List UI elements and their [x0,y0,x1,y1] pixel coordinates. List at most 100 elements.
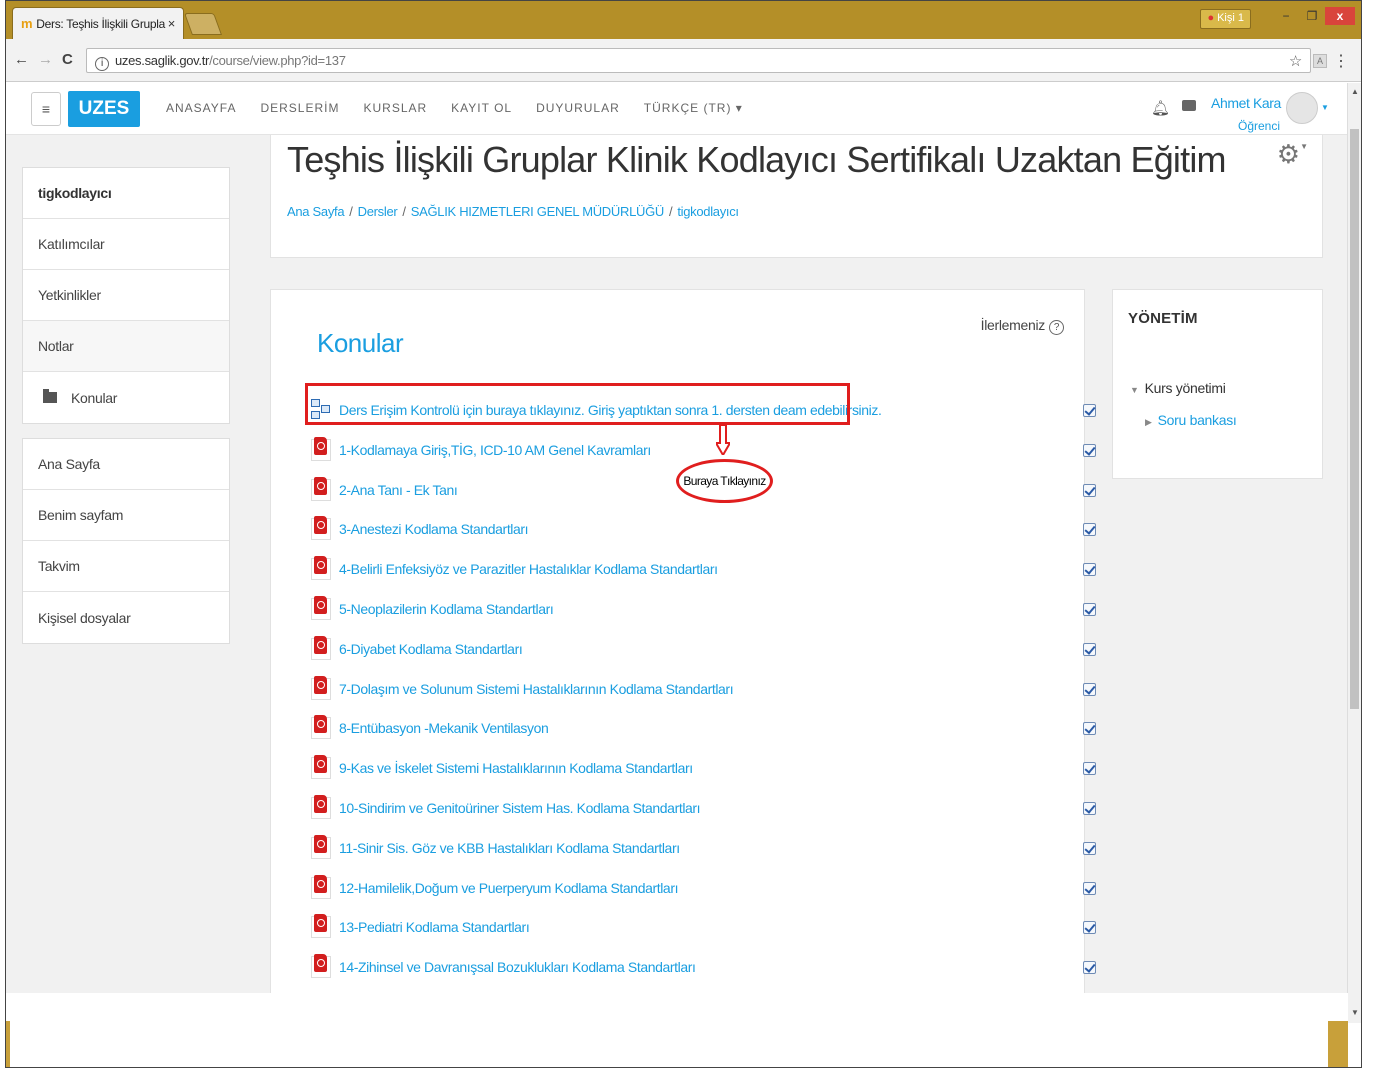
nav-link-kayit-ol[interactable]: KAYIT OL [451,101,512,115]
activity-link[interactable]: 10-Sindirim ve Genitoüriner Sistem Has. … [339,800,701,816]
pdf-resource-activity[interactable]: 14-Zihinsel ve Davranışsal Bozuklukları … [311,947,1096,987]
bell-icon[interactable]: 🔔︎ [1151,99,1170,117]
pdf-resource-activity[interactable]: 5-Neoplazilerin Kodlama Standartları [311,589,1096,629]
pdf-resource-activity[interactable]: 4-Belirli Enfeksiyöz ve Parazitler Hasta… [311,549,1096,589]
activity-link[interactable]: 5-Neoplazilerin Kodlama Standartları [339,601,554,617]
tab-close-icon[interactable]: × [168,16,176,31]
activity-link[interactable]: 6-Diyabet Kodlama Standartları [339,641,523,657]
sidebar-item-competencies[interactable]: Yetkinlikler [23,270,229,321]
completion-checkbox[interactable] [1083,483,1096,497]
pdf-icon [311,755,331,780]
sidebar-item-calendar[interactable]: Takvim [23,541,229,592]
bookmark-star-icon[interactable]: ☆ [1289,52,1302,70]
address-bar[interactable]: i uzes.saglik.gov.tr/course/view.php?id=1… [86,48,1311,73]
extension-icon[interactable]: A [1313,54,1327,68]
site-info-icon[interactable]: i [95,57,109,71]
activity-link[interactable]: 8-Entübasyon -Mekanik Ventilasyon [339,720,549,736]
activity-link[interactable]: 2-Ana Tanı - Ek Tanı [339,482,458,498]
pdf-resource-activity[interactable]: 13-Pediatri Kodlama Standartları [311,907,1096,947]
sidebar-item-topics[interactable]: Konular [23,372,229,423]
activity-link[interactable]: 1-Kodlamaya Giriş,TİG, ICD-10 AM Genel K… [339,442,651,458]
gear-icon[interactable]: ⚙▼ [1277,139,1308,170]
pdf-resource-activity[interactable]: 6-Diyabet Kodlama Standartları [311,629,1096,669]
completion-checkbox[interactable] [1083,603,1096,616]
browser-tab[interactable]: m Ders: Teşhis İlişkili Grupla × [12,7,184,39]
pdf-icon [311,675,331,700]
pdf-resource-activity[interactable]: 10-Sindirim ve Genitoüriner Sistem Has. … [311,788,1096,828]
new-tab-button[interactable] [183,13,223,35]
pdf-resource-activity[interactable]: 3-Anestezi Kodlama Standartları [311,509,1096,549]
completion-checkbox[interactable] [1083,762,1096,776]
completion-checkbox[interactable] [1083,563,1096,577]
breadcrumb-course[interactable]: tigkodlayıcı [677,204,739,219]
annotation-highlight-box [305,383,850,425]
maximize-button[interactable]: ❐ [1299,7,1325,25]
expanded-triangle-icon: ▼ [1130,385,1139,395]
section-title[interactable]: Konular [317,328,404,359]
completion-checkbox[interactable] [1083,523,1096,537]
language-menu[interactable]: TÜRKÇE (TR) ▾ [644,101,743,115]
reload-icon[interactable]: C [62,51,73,68]
block-title: YÖNETİM [1128,310,1198,327]
vertical-scrollbar[interactable]: ▲ ▼ [1347,83,1361,1023]
sidebar-item-dashboard[interactable]: Benim sayfam [23,490,229,541]
breadcrumb-category[interactable]: SAĞLIK HIZMETLERI GENEL MÜDÜRLÜĞÜ [411,204,665,219]
minimize-button[interactable]: − [1273,7,1299,25]
user-name[interactable]: Ahmet Kara [1211,95,1281,111]
activity-link[interactable]: 9-Kas ve İskelet Sistemi Hastalıklarının… [339,760,693,776]
question-bank-node[interactable]: ▶ Soru bankası [1145,412,1237,428]
pdf-icon [311,516,331,541]
nav-link-kurslar[interactable]: KURSLAR [363,101,427,115]
scrollbar-thumb[interactable] [1350,129,1359,709]
help-icon[interactable]: ? [1049,320,1064,335]
completion-checkbox[interactable] [1083,921,1096,935]
close-window-button[interactable]: x [1325,7,1355,25]
sidebar-item-course[interactable]: tigkodlayıcı [23,168,229,219]
drawer-toggle-button[interactable]: ≡ [31,92,61,126]
scroll-up-icon[interactable]: ▲ [1351,87,1359,96]
user-menu-caret-icon[interactable]: ▼ [1321,103,1329,112]
activity-link[interactable]: 12-Hamilelik,Doğum ve Puerperyum Kodlama… [339,880,678,896]
sidebar-item-private-files[interactable]: Kişisel dosyalar [23,592,229,643]
activity-link[interactable]: 11-Sinir Sis. Göz ve KBB Hastalıkları Ko… [339,840,680,856]
sidebar-item-participants[interactable]: Katılımcılar [23,219,229,270]
activity-link[interactable]: 3-Anestezi Kodlama Standartları [339,521,529,537]
completion-checkbox[interactable] [1083,881,1096,895]
profile-button[interactable]: ● Kişi 1 [1200,9,1251,29]
pdf-resource-activity[interactable]: 9-Kas ve İskelet Sistemi Hastalıklarının… [311,748,1096,788]
completion-checkbox[interactable] [1083,682,1096,696]
site-logo[interactable]: UZES [68,91,140,127]
browser-menu-icon[interactable]: ⋮ [1333,51,1349,71]
scroll-down-icon[interactable]: ▼ [1351,1008,1359,1017]
nav-link-anasayfa[interactable]: ANASAYFA [166,101,236,115]
nav-link-duyurular[interactable]: DUYURULAR [536,101,620,115]
browser-window: m Ders: Teşhis İlişkili Grupla × ● Kişi 1… [5,0,1362,1068]
activity-link[interactable]: 13-Pediatri Kodlama Standartları [339,919,530,935]
pdf-resource-activity[interactable]: 12-Hamilelik,Doğum ve Puerperyum Kodlama… [311,868,1096,908]
profile-icon: ● [1207,12,1215,24]
pdf-resource-activity[interactable]: 8-Entübasyon -Mekanik Ventilasyon [311,708,1096,748]
activity-link[interactable]: 14-Zihinsel ve Davranışsal Bozuklukları … [339,959,696,975]
progress-label: İlerlemeniz? [981,317,1064,335]
completion-checkbox[interactable] [1083,642,1096,656]
back-icon[interactable]: ← [14,51,29,68]
avatar[interactable] [1286,92,1318,124]
completion-checkbox[interactable] [1083,443,1096,457]
sidebar-item-grades[interactable]: Notlar [23,321,229,372]
pdf-resource-activity[interactable]: 7-Dolaşım ve Solunum Sistemi Hastalıklar… [311,669,1096,709]
completion-checkbox[interactable] [1083,722,1096,736]
completion-checkbox[interactable] [1083,802,1096,815]
completion-checkbox[interactable] [1083,961,1096,975]
nav-link-derslerim[interactable]: DERSLERİM [260,101,339,115]
breadcrumb-courses[interactable]: Dersler [358,204,398,219]
completion-checkbox[interactable] [1083,404,1096,417]
breadcrumb-home[interactable]: Ana Sayfa [287,204,345,219]
pdf-resource-activity[interactable]: 11-Sinir Sis. Göz ve KBB Hastalıkları Ko… [311,828,1096,868]
chat-icon[interactable] [1182,100,1196,111]
course-admin-node[interactable]: ▼ Kurs yönetimi [1130,380,1226,396]
completion-checkbox[interactable] [1083,841,1096,855]
activity-link[interactable]: 7-Dolaşım ve Solunum Sistemi Hastalıklar… [339,681,734,697]
activity-link[interactable]: 4-Belirli Enfeksiyöz ve Parazitler Hasta… [339,561,718,577]
forward-icon[interactable]: → [38,51,53,68]
sidebar-item-home[interactable]: Ana Sayfa [23,439,229,490]
